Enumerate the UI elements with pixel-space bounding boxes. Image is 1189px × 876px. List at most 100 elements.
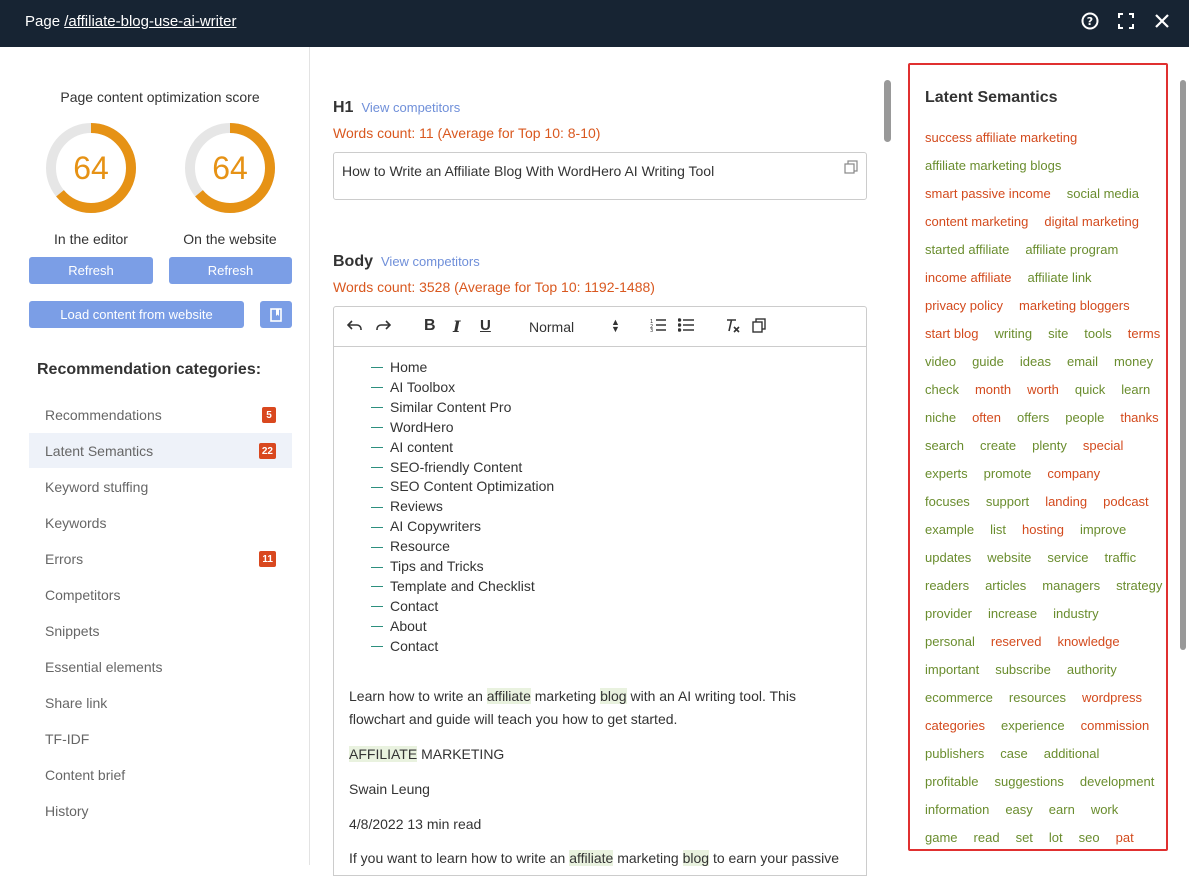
keyword-tag[interactable]: earn [1049,802,1075,817]
ordered-list-icon[interactable]: 123 [650,318,666,336]
keyword-tag[interactable]: niche [925,410,956,425]
help-icon[interactable]: ? [1081,12,1099,30]
keyword-tag[interactable]: writing [994,326,1032,341]
keyword-tag[interactable]: additional [1044,746,1100,761]
keyword-tag[interactable]: promote [984,466,1032,481]
keyword-tag[interactable]: podcast [1103,494,1149,509]
keyword-tag[interactable]: list [990,522,1006,537]
keyword-tag[interactable]: check [925,382,959,397]
keyword-tag[interactable]: readers [925,578,969,593]
keyword-tag[interactable]: email [1067,354,1098,369]
category-item[interactable]: Share link [29,685,292,720]
keyword-tag[interactable]: affiliate program [1025,242,1118,257]
keyword-tag[interactable]: landing [1045,494,1087,509]
keyword-tag[interactable]: subscribe [995,662,1051,677]
category-item[interactable]: TF-IDF [29,721,292,756]
keyword-tag[interactable]: wordpress [1082,690,1142,705]
keyword-tag[interactable]: example [925,522,974,537]
refresh-website-button[interactable]: Refresh [169,257,292,284]
category-item[interactable]: Content brief [29,757,292,792]
category-item[interactable]: Recommendations 5 [29,397,292,432]
keyword-tag[interactable]: easy [1005,802,1032,817]
h1-input[interactable]: How to Write an Affiliate Blog With Word… [333,152,867,200]
bullet-list-icon[interactable] [677,318,694,336]
fullscreen-icon[interactable] [1117,12,1135,30]
category-item[interactable]: History [29,793,292,828]
latent-panel-scrollbar[interactable] [1180,80,1186,650]
keyword-tag[interactable]: case [1000,746,1027,761]
keyword-tag[interactable]: tools [1084,326,1111,341]
keyword-tag[interactable]: privacy policy [925,298,1003,313]
keyword-tag[interactable]: publishers [925,746,984,761]
keyword-tag[interactable]: site [1048,326,1068,341]
keyword-tag[interactable]: smart passive income [925,186,1051,201]
keyword-tag[interactable]: focuses [925,494,970,509]
keyword-tag[interactable]: work [1091,802,1118,817]
keyword-tag[interactable]: people [1065,410,1104,425]
book-icon-button[interactable] [260,301,292,328]
copy-content-icon[interactable] [752,318,767,337]
keyword-tag[interactable]: profitable [925,774,978,789]
keyword-tag[interactable]: offers [1017,410,1049,425]
keyword-tag[interactable]: categories [925,718,985,733]
copy-icon[interactable] [844,160,858,177]
keyword-tag[interactable]: managers [1042,578,1100,593]
undo-icon[interactable] [346,318,363,336]
keyword-tag[interactable]: knowledge [1057,634,1119,649]
keyword-tag[interactable]: search [925,438,964,453]
redo-icon[interactable] [375,318,392,336]
page-path-link[interactable]: /affiliate-blog-use-ai-writer [64,13,236,30]
italic-icon[interactable]: I [453,317,460,336]
keyword-tag[interactable]: experience [1001,718,1065,733]
keyword-tag[interactable]: marketing bloggers [1019,298,1130,313]
keyword-tag[interactable]: learn [1121,382,1150,397]
keyword-tag[interactable]: money [1114,354,1153,369]
keyword-tag[interactable]: started affiliate [925,242,1009,257]
keyword-tag[interactable]: seo [1079,830,1100,845]
keyword-tag[interactable]: ecommerce [925,690,993,705]
keyword-tag[interactable]: quick [1075,382,1105,397]
category-item[interactable]: Errors 11 [29,541,292,576]
keyword-tag[interactable]: support [986,494,1029,509]
keyword-tag[interactable]: ideas [1020,354,1051,369]
category-item[interactable]: Keyword stuffing [29,469,292,504]
h1-view-competitors-link[interactable]: View competitors [361,100,460,115]
keyword-tag[interactable]: reserved [991,634,1042,649]
keyword-tag[interactable]: digital marketing [1044,214,1139,229]
keyword-tag[interactable]: updates [925,550,971,565]
keyword-tag[interactable]: read [974,830,1000,845]
keyword-tag[interactable]: suggestions [994,774,1063,789]
category-item[interactable]: Essential elements [29,649,292,684]
refresh-editor-button[interactable]: Refresh [29,257,153,284]
keyword-tag[interactable]: website [987,550,1031,565]
category-item[interactable]: Competitors [29,577,292,612]
keyword-tag[interactable]: industry [1053,606,1099,621]
keyword-tag[interactable]: video [925,354,956,369]
keyword-tag[interactable]: create [980,438,1016,453]
keyword-tag[interactable]: start blog [925,326,978,341]
category-item[interactable]: Snippets [29,613,292,648]
keyword-tag[interactable]: important [925,662,979,677]
keyword-tag[interactable]: authority [1067,662,1117,677]
keyword-tag[interactable]: set [1016,830,1033,845]
underline-icon[interactable]: U [480,317,491,334]
keyword-tag[interactable]: affiliate marketing blogs [925,158,1061,173]
keyword-tag[interactable]: service [1047,550,1088,565]
keyword-tag[interactable]: special [1083,438,1123,453]
keyword-tag[interactable]: strategy [1116,578,1162,593]
category-item[interactable]: Latent Semantics 22 [29,433,292,468]
bold-icon[interactable]: B [424,317,436,335]
keyword-tag[interactable]: information [925,802,989,817]
keyword-tag[interactable]: experts [925,466,968,481]
keyword-tag[interactable]: improve [1080,522,1126,537]
keyword-tag[interactable]: development [1080,774,1154,789]
keyword-tag[interactable]: thanks [1120,410,1158,425]
keyword-tag[interactable]: hosting [1022,522,1064,537]
keyword-tag[interactable]: worth [1027,382,1059,397]
body-view-competitors-link[interactable]: View competitors [381,254,480,269]
keyword-tag[interactable]: month [975,382,1011,397]
keyword-tag[interactable]: lot [1049,830,1063,845]
keyword-tag[interactable]: income affiliate [925,270,1011,285]
keyword-tag[interactable]: terms [1128,326,1161,341]
load-content-button[interactable]: Load content from website [29,301,244,328]
